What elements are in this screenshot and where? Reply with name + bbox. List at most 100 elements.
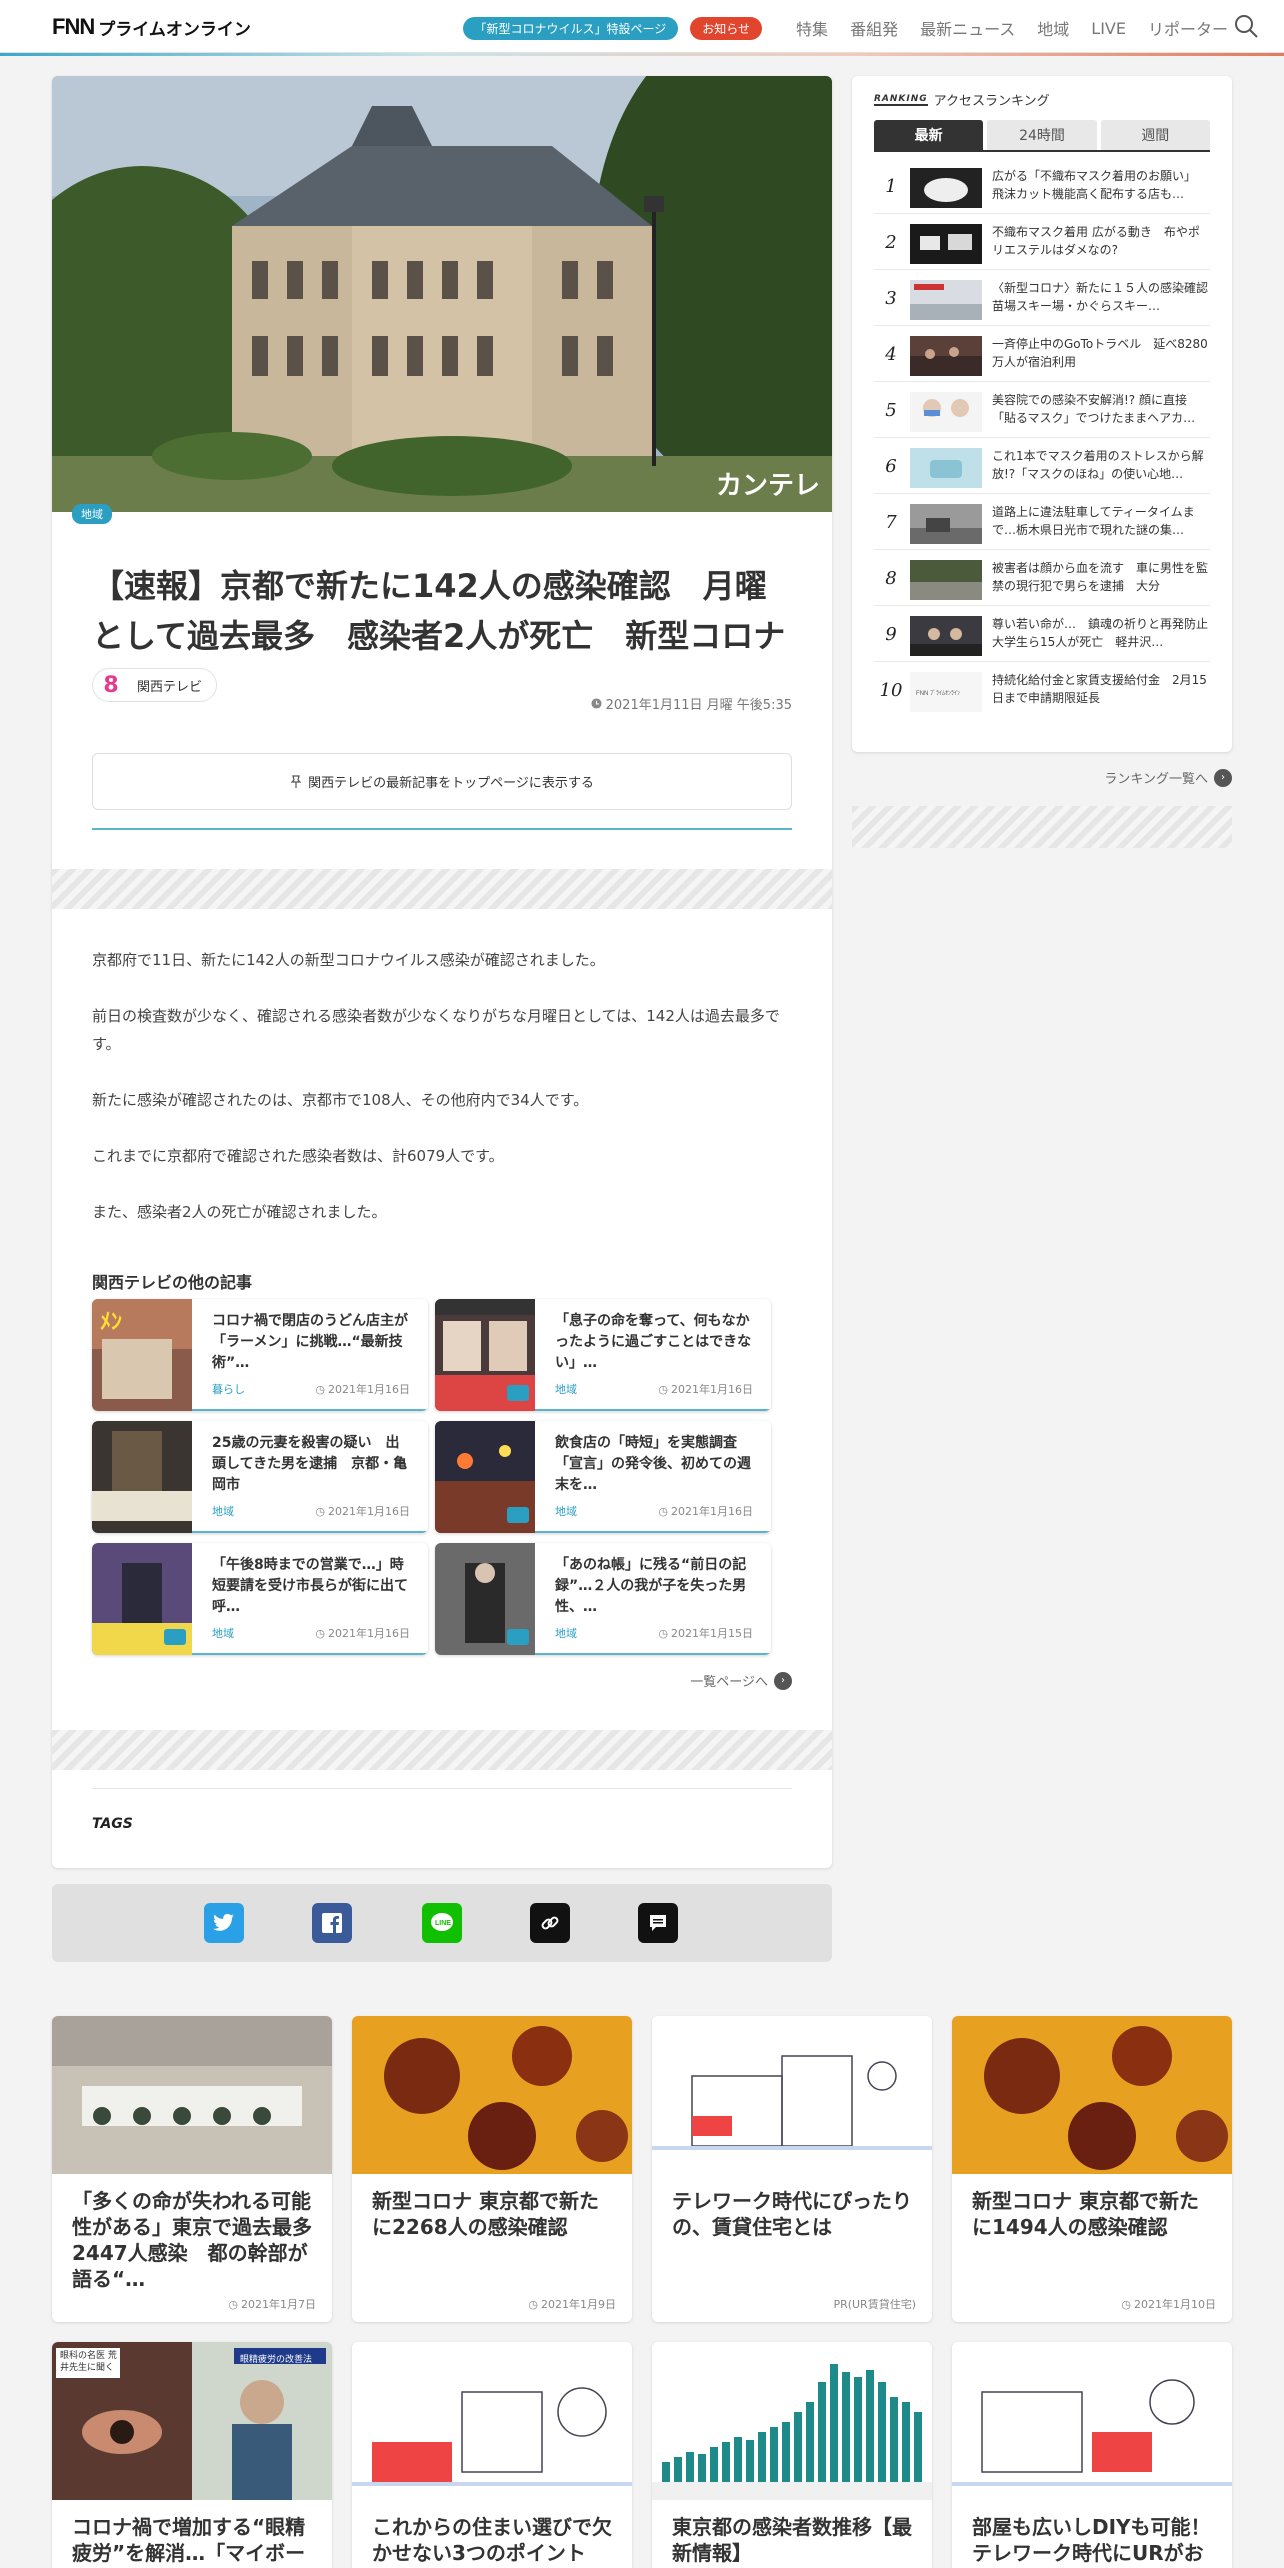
ranking-title: 被害者は顔から血を流す 車に男性を監禁の現行犯で男らを逮捕 大分 [992, 561, 1209, 593]
related-title: 「息子の命を奪って、何もなかったように過ごすことはできない」… [555, 1313, 752, 1371]
related-date-text: 2021年1月15日 [671, 1627, 753, 1640]
nav-region[interactable]: 地域 [1037, 16, 1069, 40]
video-icon [507, 1507, 529, 1523]
covid-special-pill[interactable]: 「新型コロナウイルス」特設ページ [462, 16, 679, 40]
notice-pill[interactable]: お知らせ [690, 16, 763, 40]
nav-latest-news[interactable]: 最新ニュース [920, 16, 1015, 40]
news-card[interactable]: 新型コロナ 東京都で新たに2268人の感染確認 ◷ 2021年1月9日 [352, 2016, 632, 2322]
pin-publisher-button[interactable]: 関西テレビの最新記事をトップページに表示する [92, 753, 792, 810]
nav-feature[interactable]: 特集 [796, 16, 828, 40]
ranking-item[interactable]: 9 尊い若い命が… 鎮魂の祈りと再発防止 大学生ら15人が死亡 軽井沢… [874, 606, 1210, 662]
divider [92, 1788, 792, 1789]
ranking-item[interactable]: 4 一斉停止中のGoToトラベル 延べ8280万人が宿泊利用 [874, 326, 1210, 382]
facebook-share-button[interactable] [312, 1903, 352, 1943]
ranking-item[interactable]: 2 不織布マスク着用 広がる動き 布やポリエステルはダメなの? [874, 214, 1210, 270]
card-underline [535, 1653, 771, 1655]
related-article-card[interactable]: 飲食店の「時短」を実態調査 「宣言」の発令後、初めての週末を… 地域 ◷ 2021… [435, 1421, 771, 1533]
search-icon[interactable] [1232, 12, 1260, 40]
card-title: これからの住まい選びで欠かせない3つのポイント [372, 2515, 612, 2565]
ranking-title: 一斉停止中のGoToトラベル 延べ8280万人が宿泊利用 [992, 337, 1208, 369]
site-logo[interactable]: FNN プライムオンライン [52, 14, 251, 39]
video-icon [507, 1629, 529, 1645]
related-article-card[interactable]: 「息子の命を奪って、何もなかったように過ごすことはできない」… 地域 ◷ 2021… [435, 1299, 771, 1411]
ranking-title: 不織布マスク着用 広がる動き 布やポリエステルはダメなの? [992, 225, 1200, 257]
related-category: 地域 [555, 1627, 577, 1640]
ranking-item[interactable]: 5 美容院での感染不安解消!? 顔に直接「貼るマスク」でつけたままヘアカ… [874, 382, 1210, 438]
tab-24h[interactable]: 24時間 [987, 120, 1097, 150]
card-date-text: 2021年1月9日 [541, 2298, 616, 2311]
ranking-item[interactable]: 10 FNN ﾌﾟﾗｲﾑｵﾝﾗｲﾝ 持続化給付金と家賃支援給付金 2月15日まで… [874, 662, 1210, 718]
publish-date: 2021年1月11日 月曜 午後5:35 [591, 694, 792, 713]
ranking-item[interactable]: 1 広がる「不織布マスク着用のお願い」 飛沫カット機能高く配布する店も… [874, 158, 1210, 214]
related-article-card[interactable]: 25歳の元妻を殺害の疑い 出頭してきた男を逮捕 京都・亀岡市 地域 ◷ 2021年… [92, 1421, 428, 1533]
clock-icon: ◷ [658, 1626, 668, 1640]
ad-placeholder [52, 869, 832, 909]
related-title: 飲食店の「時短」を実態調査 「宣言」の発令後、初めての週末を… [555, 1435, 751, 1493]
rank-number: 2 [885, 231, 897, 253]
twitter-share-button[interactable] [204, 1903, 244, 1943]
global-nav: 「新型コロナウイルス」特設ページ お知らせ 特集 番組発 最新ニュース 地域 L… [462, 16, 1228, 40]
nav-reporter[interactable]: リポーター [1148, 16, 1228, 40]
card-image [652, 2342, 932, 2500]
ranking-thumbnail [910, 336, 982, 376]
card-title: 部屋も広いしDIYも可能！テレワーク時代にURがお [972, 2515, 1211, 2565]
nav-programs[interactable]: 番組発 [850, 16, 898, 40]
chart-card[interactable]: 東京都の感染者数推移【最新情報】 [652, 2342, 932, 2568]
ranking-item[interactable]: 3 〈新型コロナ〉新たに１５人の感染確認 苗場スキー場・かぐらスキー… [874, 270, 1210, 326]
paragraph: 前日の検査数が少なく、確認される感染者数が少なくなりがちな月曜日としては、142… [92, 1007, 780, 1053]
site-header: FNN プライムオンライン 「新型コロナウイルス」特設ページ お知らせ 特集 番… [0, 0, 1284, 56]
ranking-item[interactable]: 6 これ1本でマスク着用のストレスから解放!?「マスクのほね」の使い心地… [874, 438, 1210, 494]
card-image [52, 2016, 332, 2174]
ranking-title: 〈新型コロナ〉新たに１５人の感染確認 苗場スキー場・かぐらスキー… [992, 281, 1210, 313]
comment-button[interactable] [638, 1903, 678, 1943]
clock-icon: ◷ [228, 2297, 238, 2311]
ad-placeholder [852, 806, 1232, 848]
ranking-title: 持続化給付金と家賃支援給付金 2月15日まで申請期限延長 [992, 673, 1207, 705]
clock-icon: ◷ [658, 1382, 668, 1396]
category-badge[interactable]: 地域 [72, 504, 112, 524]
related-category: 地域 [555, 1505, 577, 1518]
related-thumbnail [92, 1421, 192, 1533]
rank-number: 10 [879, 679, 903, 701]
news-card[interactable]: 「多くの命が失われる可能性がある」東京で過去最多2447人感染 都の幹部が語る“… [52, 2016, 332, 2322]
ranking-item[interactable]: 7 道路上に違法駐車してティータイムまで…栃木県日光市で現れた謎の集… [874, 494, 1210, 550]
ranking-title: 道路上に違法駐車してティータイムまで…栃木県日光市で現れた謎の集… [992, 505, 1195, 537]
related-article-card[interactable]: 「あのね帳」に残る“前日の記録”…２人の我が子を失った男性、… 地域 ◷ 2021… [435, 1543, 771, 1655]
pin-icon [290, 774, 302, 788]
card-date: ◷ 2021年1月10日 [1121, 2296, 1216, 2312]
nav-live[interactable]: LIVE [1091, 19, 1126, 38]
related-article-card[interactable]: ﾒﾝ コロナ禍で閉店のうどん店主が「ラーメン」に挑戦…“最新技術”… 暮らし ◷… [92, 1299, 428, 1411]
related-title: 「あのね帳」に残る“前日の記録”…２人の我が子を失った男性、… [555, 1557, 747, 1615]
news-card[interactable]: 眼科の名医 荒井先生に聞く 眼精疲労の改善法 コロナ禍で増加する“眼精疲労”を解… [52, 2342, 332, 2568]
ranking-thumbnail [910, 504, 982, 544]
related-more-link[interactable]: 一覧ページへ › [690, 1671, 792, 1690]
news-card[interactable]: 新型コロナ 東京都で新たに1494人の感染確認 ◷ 2021年1月10日 [952, 2016, 1232, 2322]
rank-number: 7 [885, 511, 897, 533]
article-panel: カンテレ 地域 【速報】京都で新たに142人の感染確認 月曜として過去最多 感染… [52, 76, 832, 1868]
ranking-title: 美容院での感染不安解消!? 顔に直接「貼るマスク」でつけたままヘアカ… [992, 393, 1196, 425]
related-category: 地域 [555, 1383, 577, 1396]
ranking-item[interactable]: 8 被害者は顔から血を流す 車に男性を監禁の現行犯で男らを逮捕 大分 [874, 550, 1210, 606]
pr-card[interactable]: テレワーク時代にぴったりの、賃貸住宅とは PR(UR賃貸住宅) [652, 2016, 932, 2322]
related-article-card[interactable]: 「午後8時までの営業で…」時短要請を受け市長らが街に出て呼… 地域 ◷ 2021年… [92, 1543, 428, 1655]
clock-icon: ◷ [528, 2297, 538, 2311]
pr-card[interactable]: これからの住まい選びで欠かせない3つのポイント [352, 2342, 632, 2568]
card-title: テレワーク時代にぴったりの、賃貸住宅とは [672, 2189, 912, 2239]
svg-text:ﾒﾝ: ﾒﾝ [100, 1310, 122, 1335]
publisher-chip[interactable]: 8 関西テレビ [92, 668, 218, 702]
hero-image: カンテレ [52, 76, 832, 512]
rank-number: 1 [885, 175, 897, 197]
logo-text: FNN [52, 14, 95, 39]
ranking-more-label: ランキング一覧へ [1104, 772, 1208, 787]
ranking-title: これ1本でマスク着用のストレスから解放!?「マスクのほね」の使い心地… [992, 449, 1204, 481]
tab-weekly[interactable]: 週間 [1100, 120, 1210, 150]
pr-card[interactable]: 部屋も広いしDIYも可能！テレワーク時代にURがお [952, 2342, 1232, 2568]
tab-latest[interactable]: 最新 [874, 120, 984, 150]
copy-link-button[interactable] [530, 1903, 570, 1943]
ranking-more-link[interactable]: ランキング一覧へ › [1104, 768, 1232, 787]
paragraph: 新たに感染が確認されたのは、京都市で108人、その他府内で34人です。 [92, 1091, 589, 1109]
related-date: ◷ 2021年1月16日 [315, 1503, 410, 1519]
svg-text:LINE: LINE [435, 1920, 451, 1927]
line-share-button[interactable]: LINE [422, 1903, 462, 1943]
rank-number: 3 [885, 287, 897, 309]
